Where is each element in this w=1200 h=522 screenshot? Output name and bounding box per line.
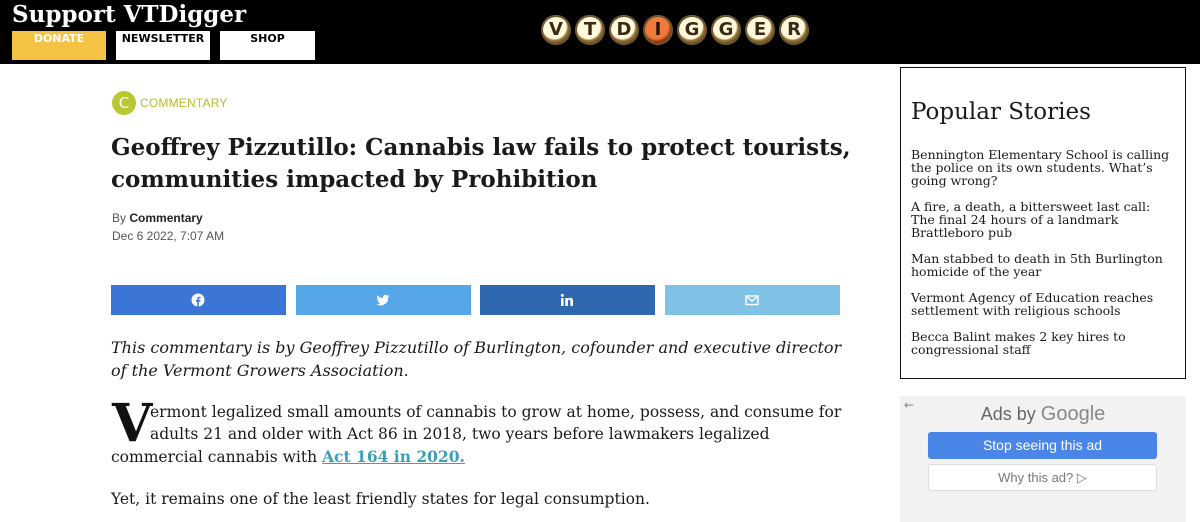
email-icon — [745, 295, 759, 306]
ads-by-google-label: Ads by Google — [900, 403, 1186, 426]
commentary-icon: C — [112, 91, 136, 115]
article-paragraph: adults 21 and older with Act 86 in 2018,… — [111, 423, 851, 468]
logo-letter: V — [541, 15, 571, 45]
logo-letter: R — [779, 15, 809, 45]
vtdigger-logo[interactable]: V T D I G G E R — [541, 15, 811, 49]
act-164-link[interactable]: Act 164 in 2020. — [322, 447, 465, 466]
share-email-button[interactable] — [665, 285, 840, 315]
publish-date: Dec 6 2022, 7:07 AM — [112, 229, 225, 243]
popular-stories-widget: Popular Stories Bennington Elementary Sc… — [900, 67, 1186, 379]
share-facebook-button[interactable] — [111, 285, 286, 315]
ads-by-text: Ads by — [980, 404, 1036, 424]
popular-story-link[interactable]: A fire, a death, a bittersweet last call… — [911, 200, 1171, 239]
newsletter-button[interactable]: NEWSLETTER — [116, 31, 210, 60]
byline-prefix: By — [112, 211, 127, 225]
logo-letter: D — [609, 15, 639, 45]
article-intro: This commentary is by Geoffrey Pizzutill… — [111, 338, 842, 380]
logo-letter: I — [643, 15, 673, 45]
site-header: Support VTDigger DONATE NEWSLETTER SHOP … — [0, 0, 1200, 64]
ad-panel: ← Ads by Google Stop seeing this ad Why … — [900, 396, 1186, 522]
article-headline: Geoffrey Pizzutillo: Cannabis law fails … — [111, 134, 851, 193]
donate-button[interactable]: DONATE — [12, 31, 106, 60]
support-title[interactable]: Support VTDigger — [12, 1, 246, 28]
article-paragraph: Yet, it remains one of the least friendl… — [111, 490, 650, 508]
popular-story-link[interactable]: Bennington Elementary School is calling … — [911, 148, 1171, 187]
share-twitter-button[interactable] — [296, 285, 471, 315]
author-link[interactable]: Commentary — [129, 211, 202, 225]
article-paragraph-first-line: ermont legalized small amounts of cannab… — [150, 403, 842, 421]
shop-button[interactable]: SHOP — [220, 31, 315, 60]
facebook-icon — [191, 293, 205, 307]
logo-letter: T — [575, 15, 605, 45]
popular-stories-title: Popular Stories — [911, 99, 1091, 125]
popular-story-link[interactable]: Becca Balint makes 2 key hires to congre… — [911, 330, 1171, 356]
logo-letter: E — [745, 15, 775, 45]
popular-story-link[interactable]: Man stabbed to death in 5th Burlington h… — [911, 252, 1171, 278]
share-linkedin-button[interactable] — [480, 285, 655, 315]
popular-story-link[interactable]: Vermont Agency of Education reaches sett… — [911, 291, 1171, 317]
linkedin-icon — [560, 293, 573, 306]
stop-seeing-ad-button[interactable]: Stop seeing this ad — [928, 432, 1157, 459]
google-wordmark: Google — [1040, 403, 1106, 425]
why-this-ad-button[interactable]: Why this ad? ▷ — [928, 464, 1157, 491]
category-label[interactable]: COMMENTARY — [140, 96, 228, 110]
logo-letter: G — [677, 15, 707, 45]
byline: By Commentary — [112, 211, 203, 225]
twitter-icon — [376, 294, 390, 306]
logo-letter: G — [711, 15, 741, 45]
